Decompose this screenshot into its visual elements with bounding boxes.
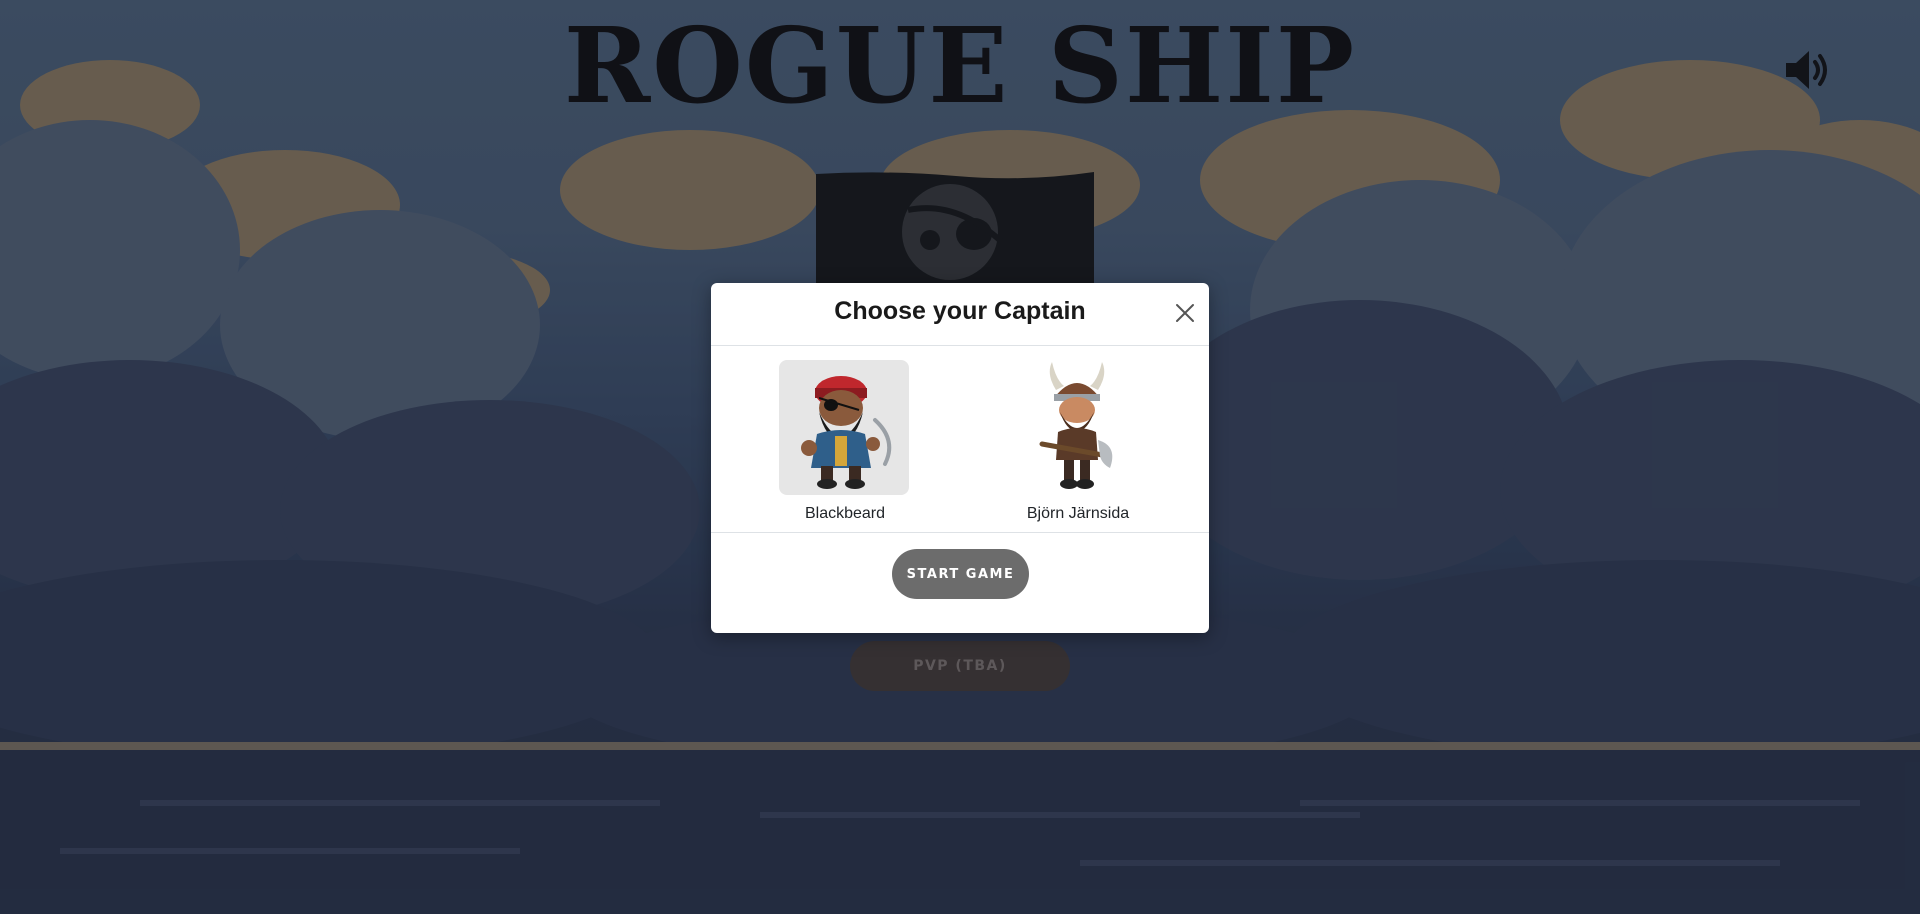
captain-option-bjorn-jarnsida[interactable]: Björn Järnsida	[1008, 360, 1148, 522]
choose-captain-modal: Choose your Captain Blackbeard Björn Jär…	[711, 283, 1209, 633]
bjorn-portrait	[1012, 360, 1142, 495]
modal-footer: START GAME	[711, 533, 1209, 633]
modal-header: Choose your Captain	[711, 283, 1209, 346]
captain-name: Björn Järnsida	[1026, 505, 1130, 522]
captain-option-blackbeard[interactable]: Blackbeard	[775, 360, 915, 522]
modal-title: Choose your Captain	[834, 297, 1086, 325]
game-screen: ROGUE SHIP PVP (TBA) Choose your Captain	[0, 0, 1920, 914]
captain-name: Blackbeard	[804, 505, 886, 522]
captain-list: Blackbeard Björn Järnsida	[711, 346, 1209, 533]
close-icon[interactable]	[1173, 301, 1197, 325]
blackbeard-portrait	[779, 360, 909, 495]
start-game-button[interactable]: START GAME	[892, 549, 1029, 599]
